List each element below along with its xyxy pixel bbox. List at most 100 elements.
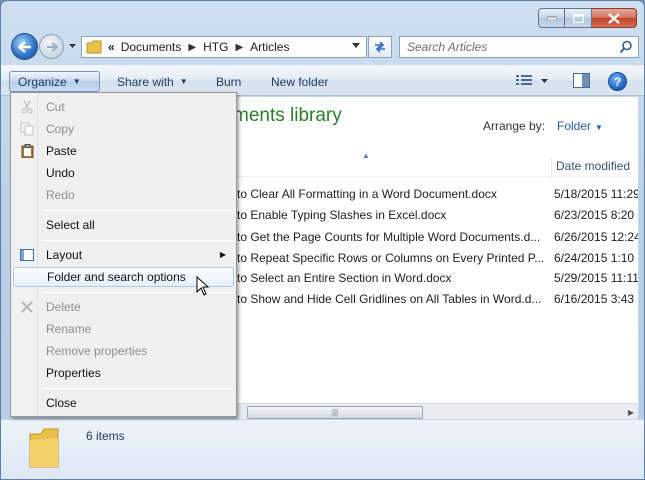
file-date: 6/24/2015 1:10 P <box>554 251 638 265</box>
search-icon[interactable] <box>619 40 633 54</box>
arrange-by-value: Folder <box>557 119 592 133</box>
share-with-label: Share with <box>117 74 174 89</box>
chevron-down-icon <box>541 78 548 83</box>
scroll-right-arrow-icon[interactable]: ▶ <box>628 408 634 417</box>
crumb-documents[interactable]: Documents <box>121 40 182 54</box>
new-folder-label: New folder <box>271 74 329 89</box>
address-history-dropdown-icon[interactable] <box>352 43 360 48</box>
file-row[interactable]: to Get the Page Counts for Multiple Word… <box>237 230 638 250</box>
file-row[interactable]: to Clear All Formatting in a Word Docume… <box>237 187 638 207</box>
crumb-htg[interactable]: HTG <box>203 40 228 54</box>
submenu-arrow-icon: ▶ <box>219 250 226 259</box>
back-button[interactable] <box>11 33 38 60</box>
close-window-button[interactable] <box>592 8 637 28</box>
menu-item-label: Delete <box>46 300 81 314</box>
scissors-icon <box>19 100 35 114</box>
column-header-date-modified[interactable]: Date modified <box>551 158 630 178</box>
chevron-down-icon: ▼ <box>179 77 188 86</box>
file-name: to Clear All Formatting in a Word Docume… <box>237 187 497 201</box>
item-count: 6 items <box>86 429 125 443</box>
menu-separator <box>43 388 233 389</box>
explorer-window: « Documents ▶ HTG ▶ Articles Organize ▼ S… <box>0 0 645 480</box>
menu-item-select-all[interactable]: Select all <box>13 215 234 235</box>
menu-item-properties[interactable]: Properties <box>13 363 234 383</box>
search-box[interactable] <box>399 36 639 58</box>
menu-item-label: Select all <box>46 218 95 232</box>
file-name: to Repeat Specific Rows or Columns on Ev… <box>237 251 545 265</box>
menu-item-cut[interactable]: Cut <box>13 97 234 117</box>
address-overflow-chevron[interactable]: « <box>108 40 115 54</box>
caption-buttons <box>538 8 637 28</box>
new-folder-button[interactable]: New folder <box>263 71 336 92</box>
recent-pages-dropdown[interactable] <box>67 41 77 51</box>
file-date: 6/23/2015 8:20 P <box>554 208 638 222</box>
maximize-button[interactable] <box>565 8 592 28</box>
organize-button[interactable]: Organize ▼ <box>9 71 100 92</box>
menu-item-copy[interactable]: Copy <box>13 119 234 139</box>
minimize-button[interactable] <box>538 8 565 28</box>
close-x-icon <box>608 12 620 24</box>
menu-separator <box>43 240 233 241</box>
file-row[interactable]: to Select an Entire Section in Word.docx… <box>237 271 638 291</box>
burn-label: Burn <box>216 74 242 89</box>
menu-separator <box>43 210 233 211</box>
paste-clipboard-icon <box>19 144 35 158</box>
search-input[interactable] <box>407 40 607 54</box>
chevron-down-icon: ▼ <box>72 77 81 86</box>
menu-item-close[interactable]: Close <box>13 393 234 413</box>
scrollbar-thumb[interactable]: ||| <box>247 406 423 419</box>
file-date: 5/18/2015 11:29 <box>554 187 638 201</box>
refresh-button[interactable] <box>368 36 392 58</box>
menu-item-label: Copy <box>46 122 75 136</box>
menu-item-delete[interactable]: Delete <box>13 297 234 317</box>
menu-item-label: Layout <box>46 248 83 262</box>
organize-label: Organize <box>18 74 67 89</box>
crumb-separator-icon[interactable]: ▶ <box>188 42 196 53</box>
forward-button[interactable] <box>39 34 64 59</box>
menu-item-label: Properties <box>46 366 101 380</box>
folder-icon <box>86 40 102 54</box>
menu-item-undo[interactable]: Undo <box>13 163 234 183</box>
menu-item-label: Cut <box>46 100 65 114</box>
address-bar[interactable]: « Documents ▶ HTG ▶ Articles <box>81 36 367 58</box>
menu-item-label: Folder and search options <box>47 270 186 284</box>
arrow-right-icon <box>46 41 58 52</box>
arrange-by-dropdown[interactable]: Folder ▼ <box>557 119 603 133</box>
horizontal-scrollbar[interactable]: ||| ▶ <box>237 403 638 420</box>
file-date: 6/26/2015 12:24 <box>554 230 638 244</box>
menu-item-label: Redo <box>46 188 75 202</box>
preview-pane-icon <box>573 73 590 88</box>
share-with-button[interactable]: Share with ▼ <box>109 71 196 92</box>
folder-icon <box>29 428 59 468</box>
menu-item-redo[interactable]: Redo <box>13 185 234 205</box>
change-view-button[interactable] <box>516 74 548 87</box>
details-view-icon <box>516 75 532 85</box>
crumb-articles[interactable]: Articles <box>250 40 289 54</box>
file-name: to Select an Entire Section in Word.docx <box>237 271 452 285</box>
arrow-left-icon <box>17 40 31 53</box>
menu-item-label: Remove properties <box>46 344 148 358</box>
column-header-divider <box>237 176 637 177</box>
grip-icon: ||| <box>331 408 339 417</box>
menu-item-remove-properties[interactable]: Remove properties <box>13 341 234 361</box>
file-date: 5/29/2015 11:11 <box>554 271 638 285</box>
sort-ascending-icon: ▲ <box>362 151 370 160</box>
preview-pane-button[interactable] <box>573 73 590 91</box>
file-row[interactable]: to Repeat Specific Rows or Columns on Ev… <box>237 251 638 271</box>
help-icon: ? <box>613 74 622 89</box>
help-button[interactable]: ? <box>608 72 627 91</box>
menu-item-paste[interactable]: Paste <box>13 141 234 161</box>
burn-button[interactable]: Burn <box>208 71 249 92</box>
file-name: to Get the Page Counts for Multiple Word… <box>237 230 541 244</box>
arrange-by-label: Arrange by: <box>483 119 546 133</box>
file-name: to Enable Typing Slashes in Excel.docx <box>237 208 447 222</box>
minimize-icon <box>546 16 557 20</box>
chevron-down-icon: ▼ <box>595 123 603 132</box>
copy-icon <box>19 122 35 136</box>
menu-item-rename[interactable]: Rename <box>13 319 234 339</box>
file-row[interactable]: to Show and Hide Cell Gridlines on All T… <box>237 292 638 312</box>
mouse-cursor-icon <box>196 276 210 296</box>
file-row[interactable]: to Enable Typing Slashes in Excel.docx 6… <box>237 208 638 228</box>
menu-item-layout[interactable]: Layout ▶ <box>13 245 234 265</box>
crumb-separator-icon[interactable]: ▶ <box>235 42 243 53</box>
